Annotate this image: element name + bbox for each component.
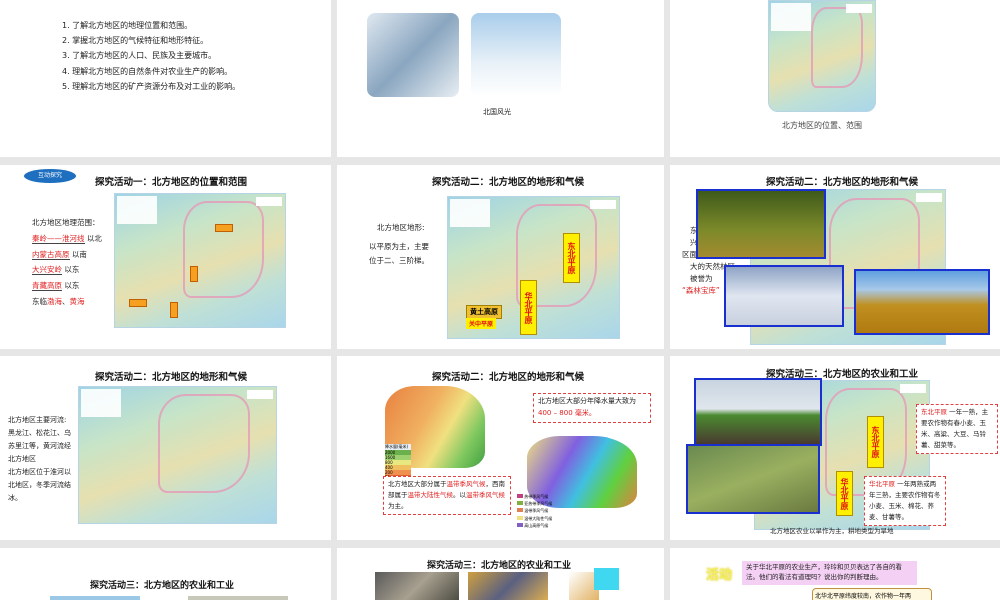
climate-note: 北方地区大部分属于温带季风气候，西南部属于温带大陆性气候。以温带季风气候为主。 (383, 476, 511, 516)
slide-thumbnail-9[interactable]: 探究活动三：北方地区的农业和工业 东北平原 华北平原 东北平原 一年一熟，主要农… (670, 356, 1000, 540)
grain-photo (375, 572, 459, 600)
slide-thumbnail-6[interactable]: 探究活动二：北方地区的地形和气候 东兴区面积最大的天然林区被誉为“森林宝库” (670, 165, 1000, 349)
interactive-badge: 互动探究 (24, 169, 76, 183)
slide-title: 探究活动二：北方地区的地形和气候 (766, 177, 919, 188)
north-china-map (114, 193, 286, 328)
answer-fill: 内蒙古高原 (32, 249, 70, 260)
slide-title: 探究活动二：北方地区的地形和气候 (432, 177, 585, 188)
range-suffix: 以南 (71, 249, 87, 259)
snowy-trees-photo (471, 13, 561, 97)
range-text: 北方地区地理范围： 秦岭——淮河线 以北 内蒙古高原 以南 大兴安岭 以东 青藏… (32, 215, 102, 310)
seedling-photo (594, 568, 619, 590)
rime-forest-photo (724, 265, 844, 327)
terrain-label: 北方地区地形: (377, 223, 425, 232)
objective-item: 4. 理解北方地区的自然条件对农业生产的影响。 (62, 66, 233, 76)
slide-caption: 北方地区农业以旱作为主，耕地类型为旱地 (770, 527, 894, 535)
ne-plain-note: 东北平原 一年一熟，主要农作物有春小麦、玉米、高粱、大豆、马铃薯、甜菜等。 (916, 404, 998, 455)
answer-fill: 黄海 (69, 296, 85, 306)
objective-item: 1. 了解北方地区的地理位置和范围。 (62, 21, 193, 30)
answer-bubble: 北华北平原纬度较南，农作物一年两 (812, 588, 932, 600)
objective-item: 5. 理解北方地区的矿产资源分布及对工业的影响。 (62, 81, 241, 91)
activity-label: 活动 (706, 568, 733, 583)
plain-label: 东北平原 (867, 416, 884, 468)
slide-thumbnail-8[interactable]: 探究活动二：北方地区的地形和气候 降水量(毫米) 2000 1600 800 400 2… (337, 356, 664, 540)
slide-thumbnail-1[interactable]: 1. 了解北方地区的地理位置和范围。 2. 掌握北方地区的气候特征和地形特征。 … (0, 0, 331, 157)
slide-thumbnail-5[interactable]: 探究活动二：北方地区的地形和气候 东北平原 华北平原 黄土高原 关中平原 北方地… (337, 165, 664, 349)
coast-prefix: 东临 (32, 296, 47, 306)
objective-item: 2. 掌握北方地区的气候特征和地形特征。 (62, 36, 209, 46)
precipitation-legend: 降水量(毫米) 2000160080040020050 (385, 444, 411, 480)
forest-photo (696, 189, 826, 259)
slide-thumbnail-4[interactable]: 互动探究 探究活动一：北方地区的位置和范围 北方地区地理范围： 秦岭——淮河线 … (0, 165, 331, 349)
slide-title: 探究活动一：北方地区的位置和范围 (95, 177, 248, 188)
slide-thumbnail-3[interactable]: 北方地区的位置、范围 (670, 0, 1000, 157)
great-wall-snow-photo (367, 13, 459, 97)
nc-plain-note: 华北平原 一年两熟或两年三熟，主要农作物有冬小麦、玉米、棉花、荞麦、甘薯等。 (864, 476, 946, 527)
farmland-aerial-photo (686, 444, 820, 514)
slide-title: 探究活动二：北方地区的地形和气候 (95, 372, 248, 383)
slide-thumbnail-11[interactable]: 探究活动三：北方地区的农业和工业 (337, 548, 664, 600)
plateau-label: 黄土高原 (466, 305, 502, 319)
range-suffix: 以东 (64, 265, 80, 275)
slide-image (50, 596, 140, 600)
plain-label: 华北平原 (836, 471, 853, 516)
north-china-map (768, 0, 876, 112)
slide-thumbnail-10[interactable]: 探究活动三：北方地区的农业和工业 (0, 548, 331, 600)
slide-title: 探究活动三：北方地区的农业和工业 (90, 581, 235, 591)
activity-question: 关于华北平原的农业生产，玲玲和贝贝表达了各自的看法。他们的看法有道理吗？说出你的… (742, 561, 917, 585)
answer-fill: 青藏高原 (32, 281, 62, 291)
terrain-map: 东北平原 华北平原 黄土高原 关中平原 (447, 196, 620, 339)
range-suffix: 以北 (86, 233, 102, 243)
slide-thumbnail-7[interactable]: 探究活动二：北方地区的地形和气候 北方地区主要河流: 黑龙江、松花江、乌苏里江等，… (0, 356, 331, 540)
rivers-map (78, 386, 277, 524)
range-intro: 北方地区地理范围： (32, 218, 100, 227)
slide-title: 探究活动二：北方地区的地形和气候 (432, 372, 585, 383)
rainfall-note: 北方地区大部分年降水量大致为400 – 800 毫米。 (533, 393, 651, 423)
plain-label: 东北平原 (563, 233, 580, 283)
terrain-text: 以平原为主，主要位于二、三阶梯。 (369, 242, 429, 266)
slide-caption: 北国风光 (483, 108, 511, 116)
objectives-list: 1. 了解北方地区的地理位置和范围。 2. 掌握北方地区的气候特征和地形特征。 … (62, 18, 240, 94)
answer-fill: 大兴安岭 (32, 265, 62, 276)
answer-fill: 秦岭——淮河线 (32, 233, 85, 244)
slide-thumbnail-2[interactable]: 北国风光 (337, 0, 664, 157)
rivers-text: 北方地区主要河流: 黑龙江、松花江、乌苏里江等，黄河流经北方地区 北方地区位于淮河以… (8, 416, 71, 502)
field-photo (694, 378, 822, 446)
answer-fill: 渤海 (47, 296, 62, 306)
climate-legend: 热带季风气候 亚热带季风气候 温带季风气候 温带大陆性气候 高山高原气候 (517, 493, 552, 529)
slide-thumbnail-12[interactable]: 活动 关于华北平原的农业生产，玲玲和贝贝表达了各自的看法。他们的看法有道理吗？说… (670, 548, 1000, 600)
slide-caption: 北方地区的位置、范围 (782, 121, 862, 130)
slide-image (188, 596, 288, 600)
slide-title: 探究活动三：北方地区的农业和工业 (427, 561, 572, 571)
plain-label: 关中平原 (466, 318, 497, 329)
objective-item: 3. 了解北方地区的人口、民族及主要城市。 (62, 51, 217, 61)
plain-label: 华北平原 (520, 280, 537, 335)
grain-photo (468, 572, 548, 600)
range-suffix: 以东 (64, 281, 80, 290)
larch-forest-photo (854, 269, 990, 335)
